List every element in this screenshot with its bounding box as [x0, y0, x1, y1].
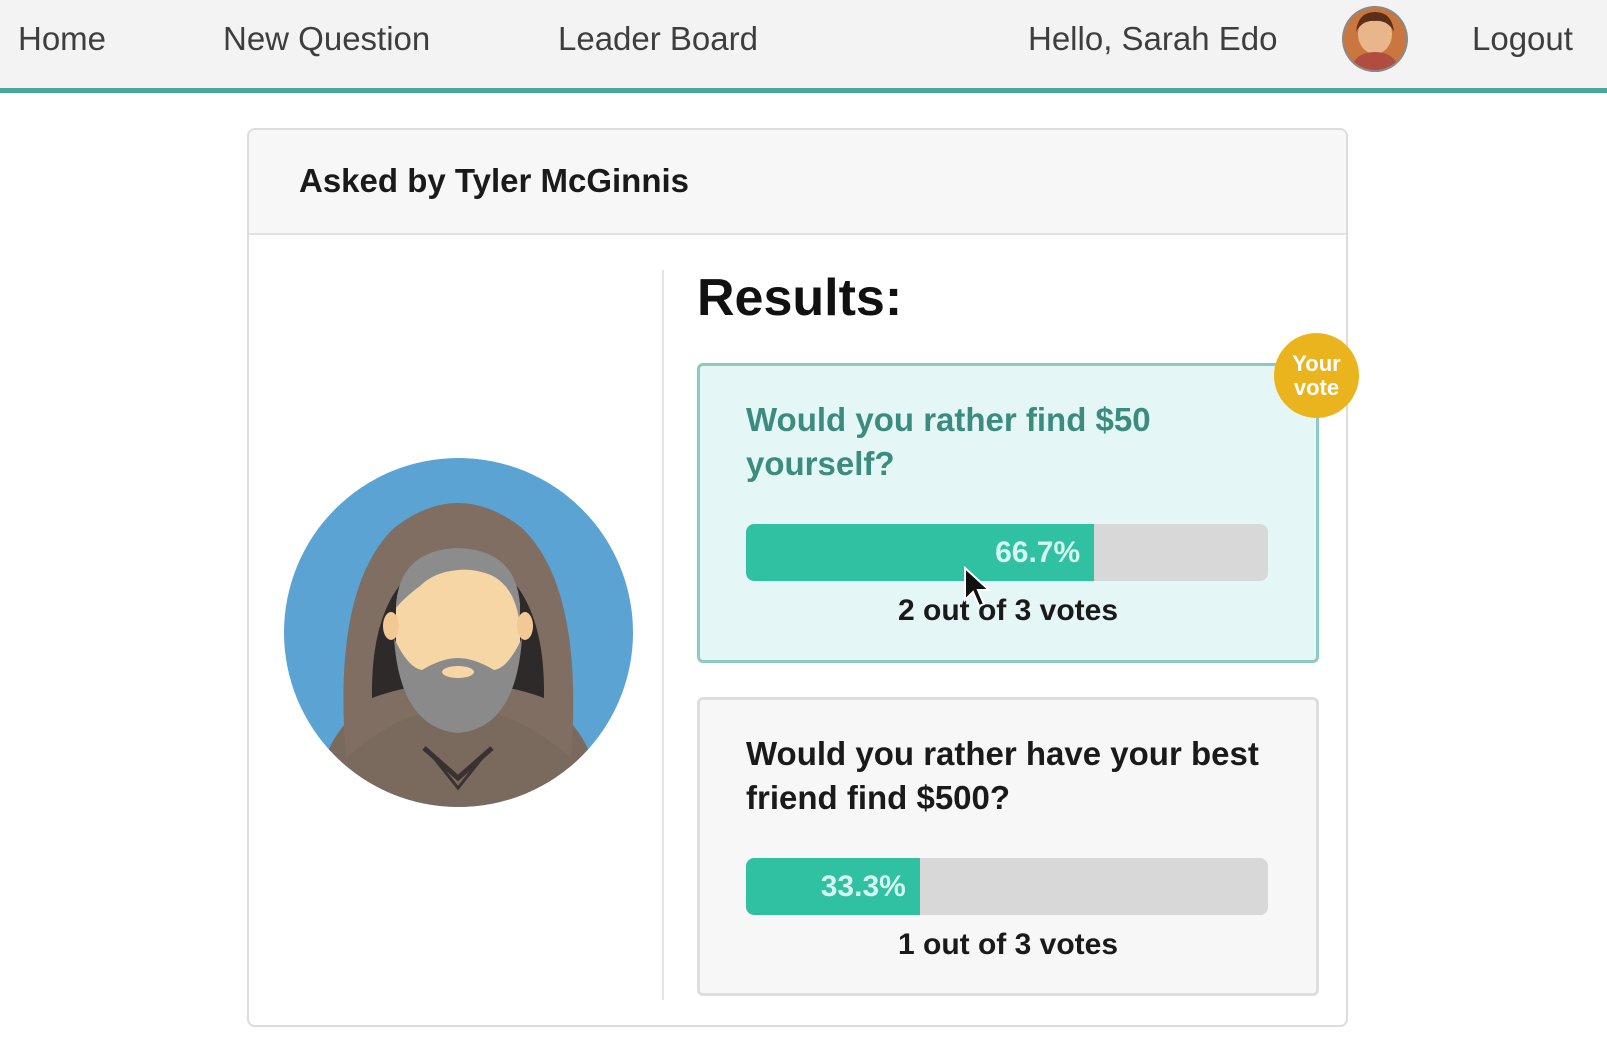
hooded-man-avatar-icon — [284, 458, 633, 807]
user-avatar-icon — [1342, 6, 1408, 72]
option-two-percent: 33.3% — [820, 870, 906, 903]
question-card: Asked by Tyler McGinnis Results: Would y… — [247, 128, 1359, 1027]
asked-by-label: Asked by Tyler McGinnis — [299, 162, 690, 199]
results-title: Results: — [697, 269, 903, 327]
nav-home-link[interactable]: Home — [18, 20, 106, 58]
option-two-votes: 1 out of 3 votes — [897, 928, 1119, 961]
column-divider — [662, 270, 664, 1000]
user-greeting: Hello, Sarah Edo — [1028, 20, 1278, 57]
option-one-votes: 2 out of 3 votes — [897, 594, 1119, 627]
option-one-progress-track: 66.7% — [746, 524, 1268, 581]
option-two-progress-track: 33.3% — [746, 858, 1268, 915]
option-two-progress-fill: 33.3% — [746, 858, 920, 915]
your-vote-badge-line2: vote — [1293, 374, 1340, 400]
your-vote-badge: Your vote — [1274, 333, 1359, 418]
option-two-text: Would you rather have your best friend f… — [746, 735, 1259, 816]
option-one-text: Would you rather find $50 yourself? — [746, 401, 1151, 482]
nav-leader-board-link[interactable]: Leader Board — [558, 20, 758, 58]
option-one-result: Would you rather find $50 yourself? 66.7… — [697, 363, 1319, 663]
your-vote-badge-line1: Your — [1292, 350, 1341, 376]
mouse-cursor-icon — [964, 566, 992, 608]
nav-new-question-link[interactable]: New Question — [223, 20, 430, 58]
option-one-percent: 66.7% — [995, 536, 1081, 569]
logout-link[interactable]: Logout — [1472, 20, 1573, 58]
card-header: Asked by Tyler McGinnis — [249, 130, 1346, 235]
top-nav: Home New Question Leader Board Hello, Sa… — [0, 0, 1607, 93]
option-one-progress-fill: 66.7% — [746, 524, 1095, 581]
option-two-result: Would you rather have your best friend f… — [697, 697, 1319, 996]
